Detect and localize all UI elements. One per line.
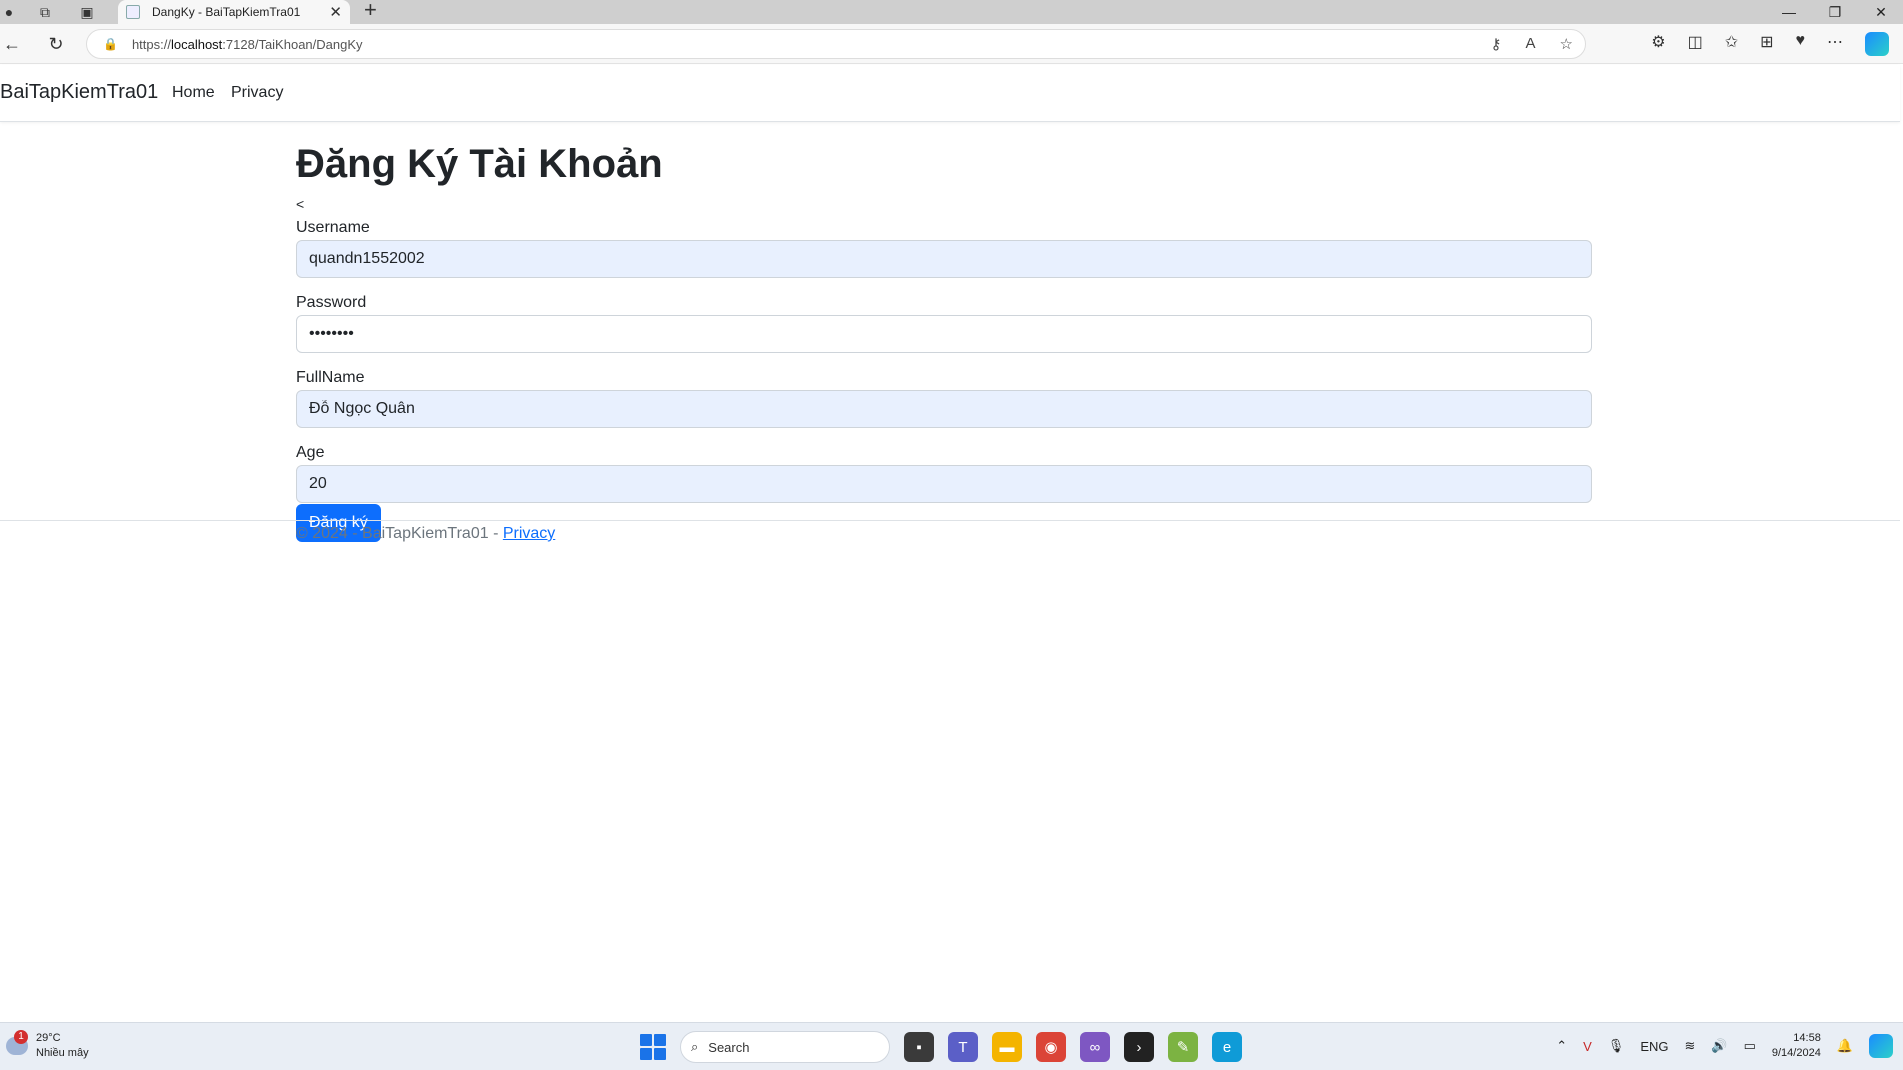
url-path: :7128/TaiKhoan/DangKy xyxy=(222,36,363,52)
search-icon: ⌕ xyxy=(691,1039,699,1054)
tab-close-icon[interactable]: ✕ xyxy=(329,3,342,21)
browser-essentials-icon[interactable]: ♥ xyxy=(1796,32,1806,56)
task-view-icon[interactable]: ▪ xyxy=(904,1032,934,1062)
url-prefix: https:// xyxy=(131,36,171,52)
browser-tab-bar: ● ⧉ ▣ DangKy - BaiTapKiemTra01 ✕ + — ❐ ✕ xyxy=(0,0,1903,24)
edge-icon[interactable]: e xyxy=(1212,1032,1242,1062)
search-placeholder: Search xyxy=(708,1039,750,1055)
password-label: Password xyxy=(296,294,367,311)
stray-text: < xyxy=(296,196,305,212)
fullname-group: FullName xyxy=(296,366,1592,428)
restore-icon[interactable]: ❐ xyxy=(1812,0,1858,24)
close-window-icon[interactable]: ✕ xyxy=(1858,0,1903,24)
favorites-icon[interactable]: ✩ xyxy=(1725,32,1738,56)
notepad-icon[interactable]: ✎ xyxy=(1168,1032,1198,1062)
username-label: Username xyxy=(296,219,370,236)
chrome-icon[interactable]: ◉ xyxy=(1036,1032,1066,1062)
footer: © 2024 - BaiTapKiemTra01 - Privacy xyxy=(296,524,555,544)
file-explorer-icon[interactable]: ▬ xyxy=(992,1032,1022,1062)
fullname-input[interactable] xyxy=(296,390,1592,428)
temperature: 29°C xyxy=(36,1032,61,1044)
microphone-muted-icon[interactable]: 🎙 xyxy=(1608,1038,1625,1054)
cloud-icon: 1 xyxy=(6,1030,28,1055)
nav-link-home[interactable]: Home xyxy=(172,84,215,102)
url-host: localhost xyxy=(170,36,223,52)
terminal-icon[interactable]: › xyxy=(1124,1032,1154,1062)
page-favicon-icon xyxy=(126,5,140,19)
browser-toolbar: ← ↻ 🔒 https:// localhost :7128/TaiKhoan/… xyxy=(0,24,1903,64)
notification-badge: 1 xyxy=(14,1030,28,1044)
clock[interactable]: 14:58 9/14/2024 xyxy=(1772,1031,1821,1061)
weather-widget[interactable]: 1 29°C Nhiều mây xyxy=(6,1030,89,1061)
visual-studio-icon[interactable]: ∞ xyxy=(1080,1032,1110,1062)
workspaces-icon[interactable]: ⧉ xyxy=(36,3,54,21)
start-windows-icon[interactable] xyxy=(640,1034,666,1060)
collections-icon[interactable]: ⊞ xyxy=(1760,32,1773,56)
minimize-icon[interactable]: — xyxy=(1766,0,1812,24)
password-input[interactable] xyxy=(296,315,1592,353)
clock-date: 9/14/2024 xyxy=(1771,1047,1821,1059)
taskbar-search[interactable]: ⌕ Search xyxy=(680,1031,890,1063)
copilot-taskbar-icon[interactable] xyxy=(1869,1034,1893,1058)
show-hidden-icons-icon[interactable]: ⌃ xyxy=(1556,1038,1567,1054)
footer-privacy-link[interactable]: Privacy xyxy=(503,525,555,542)
antivirus-icon[interactable]: V xyxy=(1583,1039,1592,1054)
windows-taskbar: 1 29°C Nhiều mây ⌕ Search ▪ T ▬ ◉ ∞ › ✎ … xyxy=(0,1022,1903,1070)
password-key-icon[interactable]: ⚷ xyxy=(1491,35,1502,53)
footer-divider xyxy=(0,520,1900,521)
volume-icon[interactable]: 🔊 xyxy=(1711,1038,1727,1054)
copilot-icon[interactable] xyxy=(1865,32,1889,56)
clock-time: 14:58 xyxy=(1793,1032,1821,1044)
username-group: Username xyxy=(296,216,1592,278)
lock-icon: 🔒 xyxy=(103,37,118,51)
read-aloud-icon[interactable]: A xyxy=(1526,35,1536,53)
age-group: Age xyxy=(296,441,1592,503)
username-input[interactable] xyxy=(296,240,1592,278)
notifications-bell-icon[interactable]: 🔔 xyxy=(1837,1038,1853,1054)
navbar-brand[interactable]: BaiTapKiemTra01 xyxy=(0,81,158,104)
tab-actions-icon[interactable]: ▣ xyxy=(78,3,96,21)
address-bar[interactable]: 🔒 https:// localhost :7128/TaiKhoan/Dang… xyxy=(86,29,1586,59)
extensions-icon[interactable]: ⚙ xyxy=(1651,32,1665,56)
wifi-icon[interactable]: ≋ xyxy=(1684,1038,1695,1054)
refresh-icon[interactable]: ↻ xyxy=(44,32,68,56)
password-group: Password xyxy=(296,291,1592,353)
age-input[interactable] xyxy=(296,465,1592,503)
site-navbar: BaiTapKiemTra01 Home Privacy xyxy=(0,65,1900,122)
favorite-star-icon[interactable]: ☆ xyxy=(1560,35,1573,53)
nav-link-privacy[interactable]: Privacy xyxy=(231,84,283,102)
page-title: Đăng Ký Tài Khoản xyxy=(296,142,663,186)
back-arrow-icon[interactable]: ← xyxy=(0,32,24,56)
battery-icon[interactable]: ▭ xyxy=(1744,1038,1756,1054)
footer-text: © 2024 - BaiTapKiemTra01 - xyxy=(296,525,503,542)
tab-title: DangKy - BaiTapKiemTra01 xyxy=(152,5,301,19)
main-container: Đăng Ký Tài Khoản < Username Password Fu… xyxy=(296,122,1592,542)
more-menu-icon[interactable]: ⋯ xyxy=(1827,32,1843,56)
browser-tab-active[interactable]: DangKy - BaiTapKiemTra01 ✕ xyxy=(118,0,350,24)
language-indicator[interactable]: ENG xyxy=(1640,1039,1668,1054)
weather-description: Nhiều mây xyxy=(36,1047,89,1059)
new-tab-button[interactable]: + xyxy=(364,0,377,21)
profile-icon[interactable]: ● xyxy=(0,3,18,21)
age-label: Age xyxy=(296,444,325,461)
fullname-label: FullName xyxy=(296,369,365,386)
split-screen-icon[interactable]: ◫ xyxy=(1688,32,1703,56)
teams-icon[interactable]: T xyxy=(948,1032,978,1062)
